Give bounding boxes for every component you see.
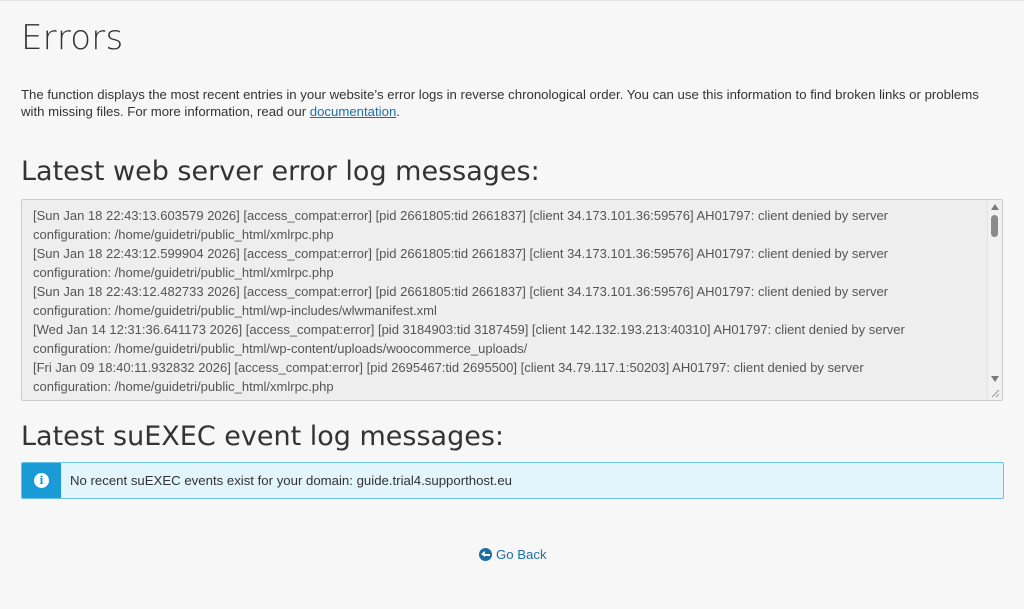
log-scrollbar[interactable]	[987, 200, 1002, 400]
log-line: configuration: /home/guidetri/public_htm…	[33, 379, 334, 394]
log-line: [Wed Jan 14 12:31:36.641173 2026] [acces…	[33, 322, 905, 337]
log-line: configuration: /home/guidetri/public_htm…	[33, 341, 528, 356]
description-text: The function displays the most recent en…	[21, 87, 979, 119]
error-log-textarea[interactable]: [Sun Jan 18 22:43:13.603579 2026] [acces…	[21, 199, 1003, 401]
top-divider	[0, 0, 1024, 1]
scroll-down-arrow-icon[interactable]	[991, 376, 999, 382]
arrow-circle-left-icon	[479, 548, 492, 561]
info-icon: i	[34, 473, 49, 488]
go-back-label: Go Back	[496, 547, 547, 562]
log-line: [Sun Jan 18 22:43:12.599904 2026] [acces…	[33, 246, 889, 261]
suexec-info-message: No recent suEXEC events exist for your d…	[70, 473, 513, 488]
log-line: [Sun Jan 18 22:43:12.482733 2026] [acces…	[33, 284, 889, 299]
description-suffix: .	[396, 104, 400, 119]
scroll-up-arrow-icon[interactable]	[991, 204, 999, 210]
go-back-link[interactable]: Go Back	[479, 547, 547, 562]
log-line: configuration: /home/guidetri/public_htm…	[33, 227, 334, 242]
error-log-heading: Latest web server error log messages:	[21, 156, 540, 187]
log-line: [Sun Jan 18 22:43:13.603579 2026] [acces…	[33, 208, 889, 223]
log-line: [Fri Jan 09 18:40:11.918432 2026] [acces…	[33, 396, 978, 400]
log-line: configuration: /home/guidetri/public_htm…	[33, 265, 334, 280]
log-line: [Fri Jan 09 18:40:11.932832 2026] [acces…	[33, 360, 864, 375]
alert-icon-panel: i	[22, 463, 61, 498]
page-title: Errors	[21, 18, 124, 58]
errors-page: Errors The function displays the most re…	[0, 0, 1024, 609]
documentation-link[interactable]: documentation	[310, 104, 397, 119]
suexec-log-heading: Latest suEXEC event log messages:	[21, 421, 504, 452]
scroll-thumb[interactable]	[991, 215, 998, 237]
log-line: configuration: /home/guidetri/public_htm…	[33, 303, 437, 318]
suexec-info-alert: i No recent suEXEC events exist for your…	[21, 462, 1004, 499]
page-description: The function displays the most recent en…	[21, 86, 996, 120]
resize-grip-icon[interactable]	[991, 389, 1000, 398]
error-log-content: [Sun Jan 18 22:43:13.603579 2026] [acces…	[33, 206, 978, 400]
